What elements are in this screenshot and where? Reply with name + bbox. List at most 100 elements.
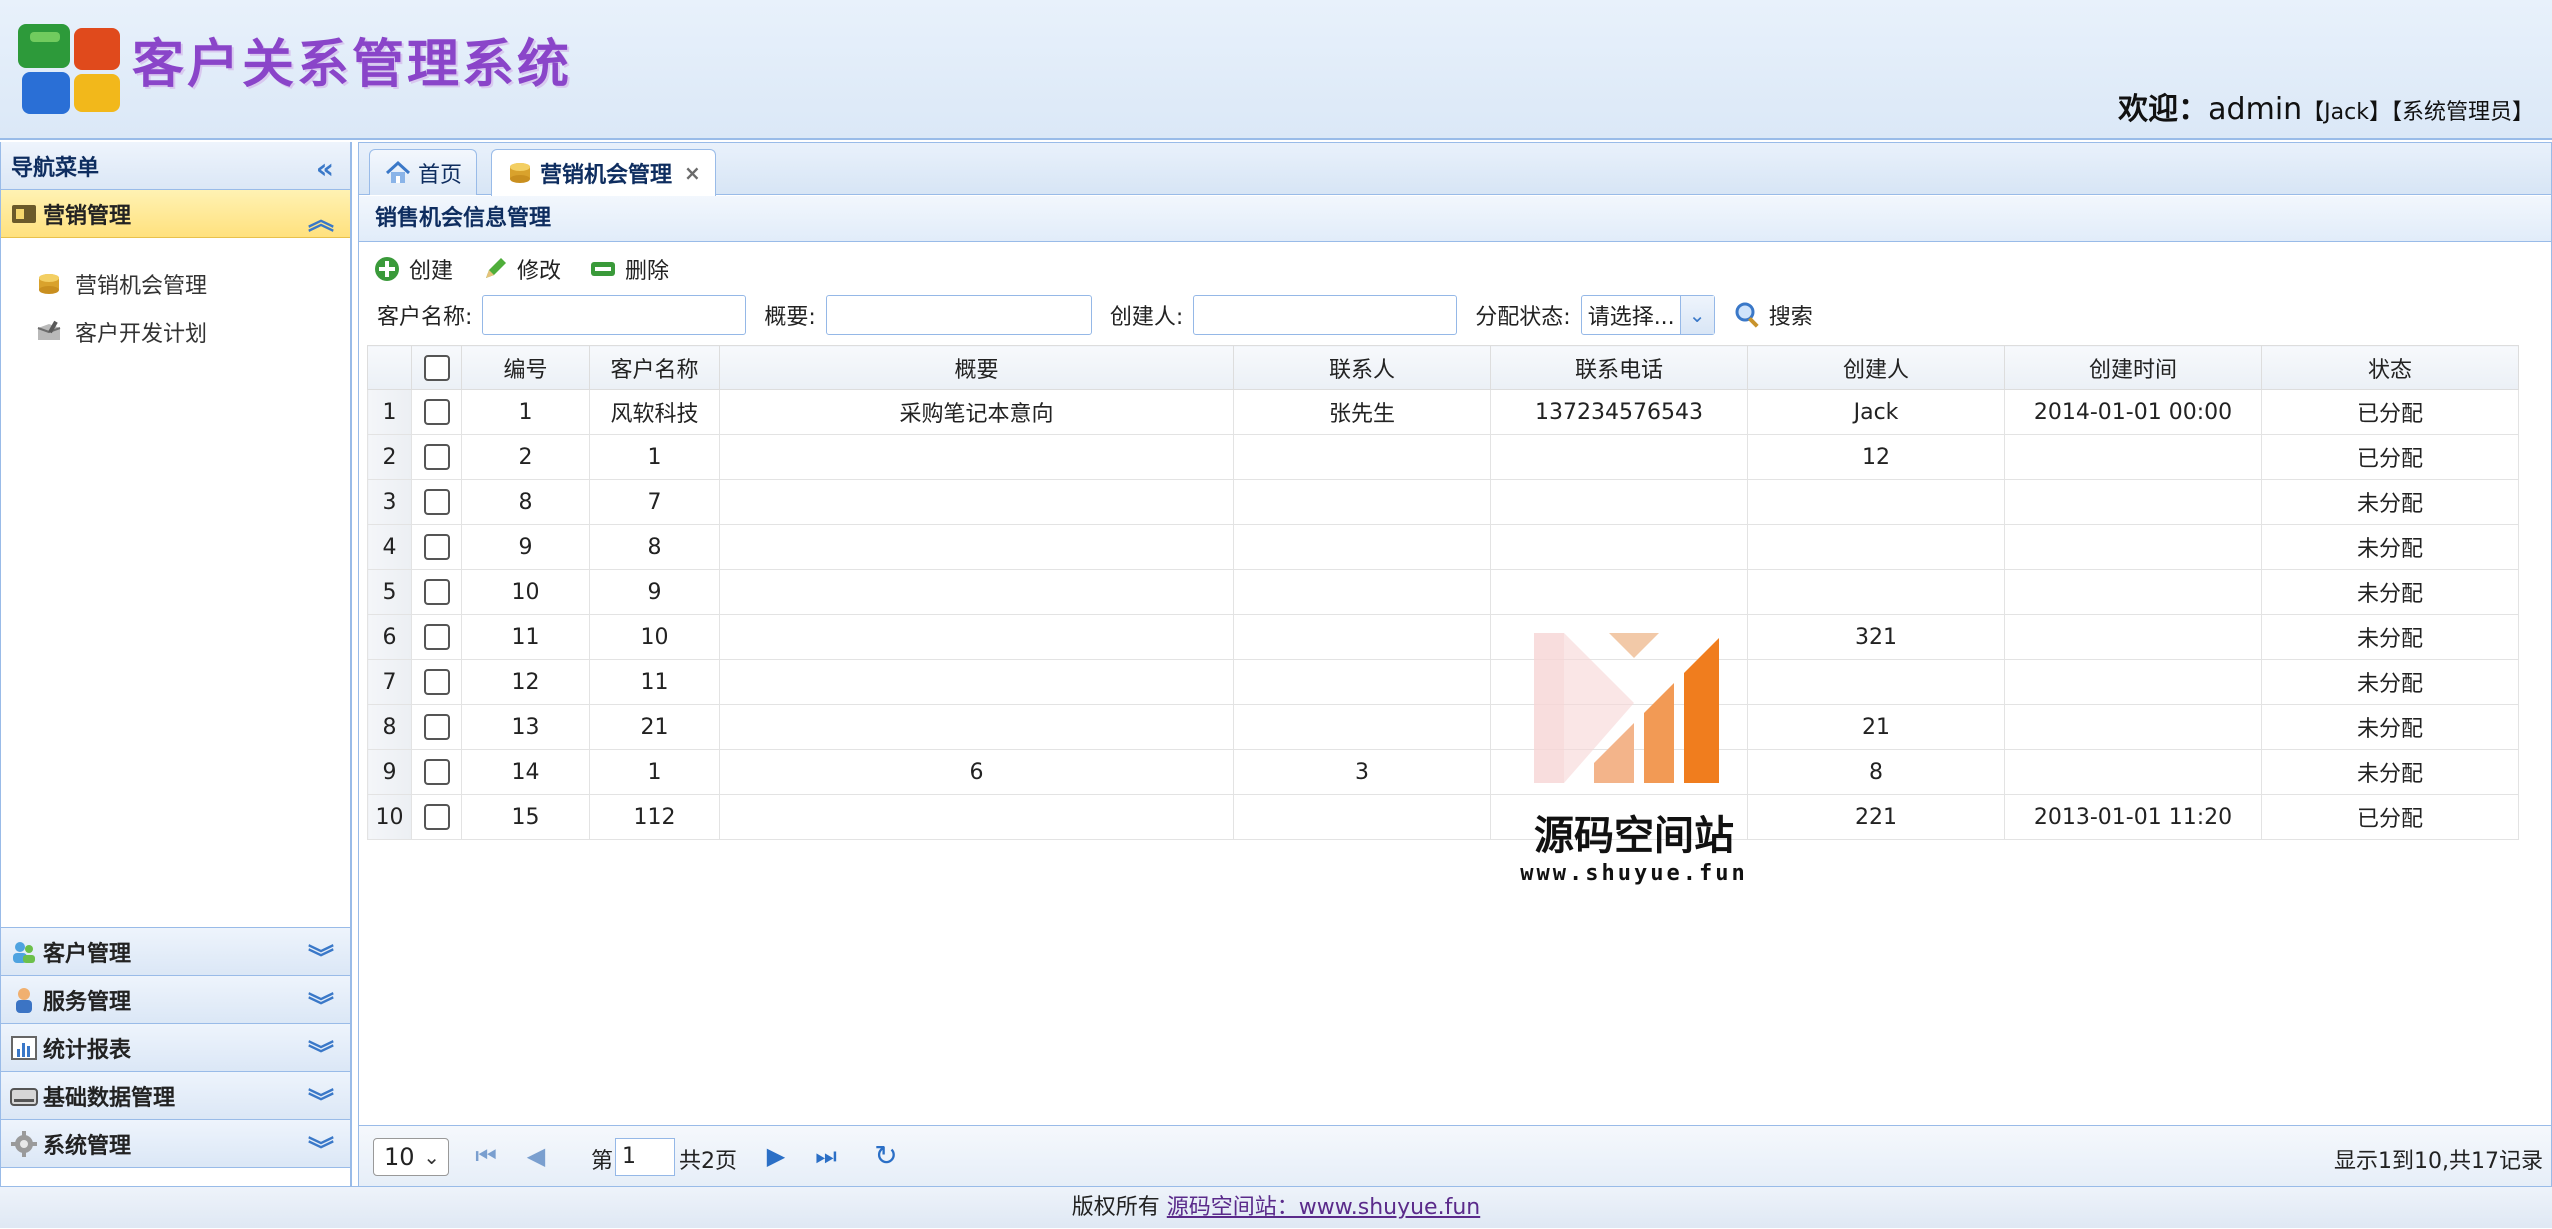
tab-opportunity[interactable]: 营销机会管理 × bbox=[491, 149, 716, 196]
create-button[interactable]: 创建 bbox=[373, 253, 453, 285]
row-checkbox[interactable] bbox=[423, 669, 450, 695]
select-all-checkbox[interactable] bbox=[423, 354, 450, 381]
column-header[interactable]: 编号 bbox=[461, 345, 590, 390]
column-header[interactable]: 创建人 bbox=[1747, 345, 2005, 390]
footer-text: 版权所有 bbox=[1071, 1195, 1160, 1220]
chevron-down-icon[interactable]: ︾ bbox=[308, 938, 334, 975]
cell-creator: 12 bbox=[1747, 434, 2005, 480]
status-select[interactable]: 请选择... ⌄ bbox=[1580, 295, 1715, 335]
summary-input[interactable] bbox=[825, 295, 1092, 335]
cell-customer: 11 bbox=[589, 659, 720, 705]
column-header[interactable]: 状态 bbox=[2261, 345, 2519, 390]
accordion-basic-data[interactable]: 基础数据管理 ︾ bbox=[1, 1072, 350, 1120]
column-header[interactable]: 联系人 bbox=[1233, 345, 1491, 390]
chevron-up-icon[interactable]: ︽ bbox=[308, 200, 334, 237]
chevron-down-icon[interactable]: ⌄ bbox=[1679, 296, 1714, 334]
table-row[interactable]: 2 2 1 12 已分配 bbox=[367, 434, 2519, 480]
row-checkbox[interactable] bbox=[423, 489, 450, 515]
sidebar-title: 导航菜单 bbox=[11, 155, 100, 181]
sidebar-item-dev-plan[interactable]: 客户开发计划 bbox=[1, 308, 350, 356]
search-label: 搜索 bbox=[1768, 305, 1813, 330]
cell-summary bbox=[719, 479, 1234, 525]
row-select-cell bbox=[411, 704, 462, 750]
accordion-marketing-label: 营销管理 bbox=[43, 203, 132, 229]
edit-button[interactable]: 修改 bbox=[481, 253, 561, 285]
collapse-sidebar-icon[interactable]: « bbox=[316, 152, 334, 185]
table-row[interactable]: 5 10 9 未分配 bbox=[367, 569, 2519, 615]
row-checkbox[interactable] bbox=[423, 444, 450, 470]
sidebar: 导航菜单 « 营销管理 ︽ 营销机会管理 客户开发计划 客户管理 ︾ 服务管理 … bbox=[0, 142, 352, 1186]
table-row[interactable]: 9 14 1 6 3 4 8 未分配 bbox=[367, 749, 2519, 795]
cell-customer: 1 bbox=[589, 434, 720, 480]
prev-page-icon[interactable]: ◀ bbox=[521, 1140, 551, 1172]
cell-customer: 7 bbox=[589, 479, 720, 525]
row-checkbox[interactable] bbox=[423, 534, 450, 560]
table-row[interactable]: 7 12 11 未分配 bbox=[367, 659, 2519, 705]
chevron-down-icon[interactable]: ︾ bbox=[308, 1082, 334, 1119]
column-header[interactable]: 概要 bbox=[719, 345, 1234, 390]
customer-name-input[interactable] bbox=[482, 295, 747, 335]
cell-phone: 4 bbox=[1490, 749, 1748, 795]
column-header[interactable]: 联系电话 bbox=[1490, 345, 1748, 390]
accordion-system[interactable]: 系统管理 ︾ bbox=[1, 1120, 350, 1168]
table-body: 1 1 风软科技 采购笔记本意向 张先生 137234576543 Jack 2014-01-… bbox=[367, 389, 2519, 840]
page-size-select[interactable]: 10 ⌄ bbox=[373, 1138, 449, 1176]
last-page-icon[interactable]: ⏭ bbox=[811, 1140, 841, 1172]
row-number: 10 bbox=[367, 794, 412, 840]
row-checkbox[interactable] bbox=[423, 579, 450, 605]
cell-status: 未分配 bbox=[2261, 569, 2519, 615]
accordion-report[interactable]: 统计报表 ︾ bbox=[1, 1024, 350, 1072]
close-icon[interactable]: × bbox=[684, 161, 701, 185]
column-header[interactable]: 创建时间 bbox=[2004, 345, 2262, 390]
main-panel: 首页 营销机会管理 × 销售机会信息管理 创建 修改 删除 客户名称: 概要: … bbox=[358, 142, 2552, 1187]
next-page-icon[interactable]: ▶ bbox=[761, 1140, 791, 1172]
accordion-marketing[interactable]: 营销管理 ︽ bbox=[1, 190, 350, 238]
row-checkbox[interactable] bbox=[423, 624, 450, 650]
cell-status: 未分配 bbox=[2261, 614, 2519, 660]
cell-phone bbox=[1490, 479, 1748, 525]
cell-status: 未分配 bbox=[2261, 479, 2519, 525]
cell-creator: 8 bbox=[1747, 749, 2005, 795]
accordion-service[interactable]: 服务管理 ︾ bbox=[1, 976, 350, 1024]
cell-contact bbox=[1233, 659, 1491, 705]
cell-customer: 8 bbox=[589, 524, 720, 570]
chevron-down-icon[interactable]: ︾ bbox=[308, 1130, 334, 1167]
chevron-down-icon[interactable]: ︾ bbox=[308, 986, 334, 1023]
cell-phone bbox=[1490, 434, 1748, 480]
cell-phone bbox=[1490, 794, 1748, 840]
cell-summary: 6 bbox=[719, 749, 1234, 795]
row-checkbox[interactable] bbox=[423, 399, 450, 425]
row-checkbox[interactable] bbox=[423, 714, 450, 740]
tab-home[interactable]: 首页 bbox=[369, 149, 478, 195]
cell-creator bbox=[1747, 659, 2005, 705]
welcome-user: admin bbox=[2208, 92, 2303, 127]
cell-customer: 10 bbox=[589, 614, 720, 660]
tab-bar: 首页 营销机会管理 × bbox=[359, 143, 2551, 196]
table-row[interactable]: 4 9 8 未分配 bbox=[367, 524, 2519, 570]
table-row[interactable]: 10 15 112 221 2013-01-01 11:20 已分配 bbox=[367, 794, 2519, 840]
creator-input[interactable] bbox=[1193, 295, 1458, 335]
footer-link[interactable]: 源码空间站：www.shuyue.fun bbox=[1167, 1195, 1480, 1220]
page-number-input[interactable]: 1 bbox=[615, 1138, 675, 1176]
table-row[interactable]: 3 8 7 未分配 bbox=[367, 479, 2519, 525]
table-row[interactable]: 6 11 10 321 未分配 bbox=[367, 614, 2519, 660]
chevron-down-icon: ⌄ bbox=[423, 1145, 440, 1169]
table-row[interactable]: 1 1 风软科技 采购笔记本意向 张先生 137234576543 Jack 2014-01-… bbox=[367, 389, 2519, 435]
pencil-icon bbox=[486, 258, 507, 278]
row-select-cell bbox=[411, 389, 462, 435]
refresh-icon[interactable]: ↻ bbox=[871, 1140, 901, 1172]
sidebar-item-opportunity[interactable]: 营销机会管理 bbox=[1, 260, 350, 308]
row-checkbox[interactable] bbox=[423, 804, 450, 830]
column-header[interactable]: 客户名称 bbox=[589, 345, 720, 390]
cell-creator: 321 bbox=[1747, 614, 2005, 660]
chevron-down-icon[interactable]: ︾ bbox=[308, 1034, 334, 1071]
accordion-customer[interactable]: 客户管理 ︾ bbox=[1, 928, 350, 976]
cell-summary bbox=[719, 524, 1234, 570]
first-page-icon[interactable]: ⏮ bbox=[471, 1140, 501, 1172]
delete-button[interactable]: 删除 bbox=[589, 253, 669, 285]
cell-id: 15 bbox=[461, 794, 590, 840]
toolbar: 创建 修改 删除 bbox=[373, 249, 697, 289]
search-button[interactable]: 搜索 bbox=[1733, 299, 1813, 331]
row-checkbox[interactable] bbox=[423, 759, 450, 785]
table-row[interactable]: 8 13 21 21 未分配 bbox=[367, 704, 2519, 750]
